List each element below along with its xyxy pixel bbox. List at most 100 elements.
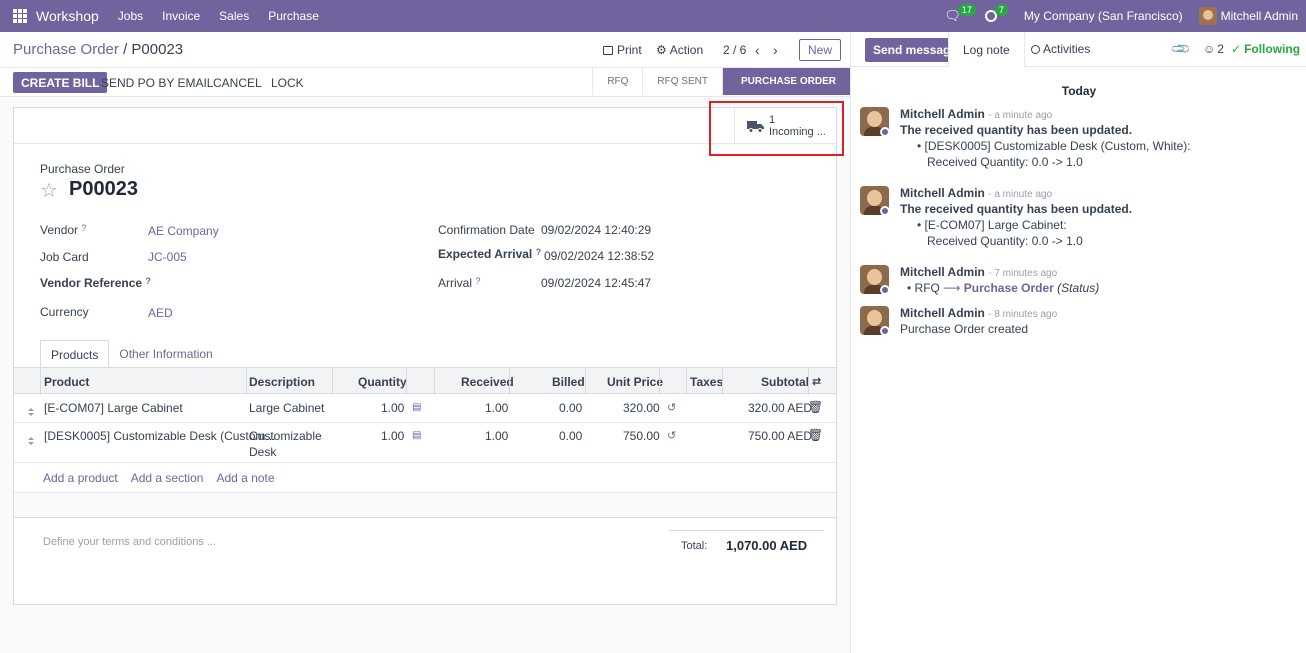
confirmation-date-field[interactable]: 09/02/2024 12:40:29	[541, 223, 651, 237]
pager-value[interactable]: 2 / 6	[723, 32, 746, 68]
col-quantity[interactable]: Quantity	[358, 375, 407, 389]
col-subtotal[interactable]: Subtotal	[761, 375, 809, 389]
confirmation-date-label: Confirmation Date	[438, 223, 535, 237]
column-divider	[246, 368, 247, 395]
user-icon: ☺	[1203, 42, 1216, 56]
form-sheet: 1 Incoming ... Purchase Order ☆ P00023 V…	[13, 107, 837, 605]
chatter-message: Mitchell Admin - a minute ago The receiv…	[860, 186, 1300, 256]
cancel-button[interactable]: CANCEL	[213, 72, 262, 93]
history-icon[interactable]: ↺	[667, 429, 676, 442]
chatter-panel: Send message Log note Activities 📎 ☺ 2 ✓…	[850, 32, 1306, 653]
tab-products[interactable]: Products	[40, 340, 110, 369]
col-received[interactable]: Received	[461, 375, 514, 389]
nav-invoice[interactable]: Invoice	[162, 9, 200, 23]
message-author[interactable]: Mitchell Admin - a minute ago	[900, 107, 1052, 121]
expected-arrival-field[interactable]: 09/02/2024 12:38:52	[544, 249, 654, 263]
online-status-dot	[880, 326, 890, 336]
print-button[interactable]: Print	[603, 32, 642, 68]
notebook-tabs: Products Other Information	[40, 340, 223, 369]
pager-next-icon[interactable]: ›	[773, 32, 778, 68]
col-billed[interactable]: Billed	[552, 375, 585, 389]
terms-conditions-input[interactable]: Define your terms and conditions ...	[43, 536, 216, 548]
app-name[interactable]: Workshop	[36, 8, 99, 24]
favorite-star-icon[interactable]: ☆	[40, 178, 58, 203]
line-product[interactable]: [DESK0005] Customizable Desk (Custom...	[44, 429, 275, 443]
activity-count-badge: 7	[994, 4, 1008, 16]
action-button[interactable]: ⚙ Action	[656, 32, 703, 68]
message-author[interactable]: Mitchell Admin - 8 minutes ago	[900, 306, 1057, 320]
nav-jobs[interactable]: Jobs	[118, 9, 143, 23]
followers-count: 2	[1217, 42, 1224, 56]
chatter-message: Mitchell Admin - a minute ago The receiv…	[860, 107, 1300, 177]
add-section-link[interactable]: Add a section	[131, 471, 204, 485]
paperclip-icon[interactable]: 📎	[1170, 38, 1193, 61]
vendor-reference-label: Vendor Reference ?	[40, 276, 151, 290]
user-avatar[interactable]	[1198, 7, 1217, 25]
activities-label: Activities	[1043, 42, 1091, 56]
date-separator: Today	[1061, 84, 1097, 98]
column-divider	[406, 368, 407, 395]
line-unit-price[interactable]: 750.00	[623, 429, 660, 443]
apps-menu-icon[interactable]	[13, 9, 27, 23]
line-product[interactable]: [E-COM07] Large Cabinet	[44, 401, 183, 415]
line-description[interactable]: Large Cabinet	[249, 401, 324, 415]
col-unit-price[interactable]: Unit Price	[607, 375, 663, 389]
table-row[interactable]: [E-COM07] Large Cabinet Large Cabinet 1.…	[14, 394, 836, 423]
column-divider	[659, 368, 660, 395]
lock-button[interactable]: LOCK	[271, 72, 304, 93]
stage-rfq[interactable]: RFQ	[592, 68, 642, 95]
line-received[interactable]: 1.00	[485, 429, 508, 443]
history-icon[interactable]: ↺	[667, 401, 676, 414]
print-label: Print	[617, 43, 642, 57]
activities-button[interactable]: Activities	[1031, 42, 1090, 56]
online-status-dot	[880, 206, 890, 216]
col-product[interactable]: Product	[44, 375, 89, 389]
line-description-cont[interactable]: Desk	[249, 445, 276, 459]
message-author[interactable]: Mitchell Admin - 7 minutes ago	[900, 265, 1057, 279]
optional-columns-icon[interactable]: ⇄	[812, 375, 821, 388]
delete-line-icon[interactable]: 🗑	[808, 400, 823, 414]
company-switcher[interactable]: My Company (San Francisco)	[1024, 9, 1183, 23]
add-product-link[interactable]: Add a product	[43, 471, 118, 485]
pager-previous-icon[interactable]: ‹	[755, 32, 760, 68]
forecast-chart-icon[interactable]: ▤	[412, 430, 421, 441]
breadcrumb-parent[interactable]: Purchase Order	[13, 41, 119, 58]
user-menu[interactable]: Mitchell Admin	[1221, 9, 1298, 23]
stage-rfq-sent[interactable]: RFQ SENT	[642, 68, 722, 95]
job-card-label: Job Card	[40, 250, 89, 264]
nav-sales[interactable]: Sales	[219, 9, 249, 23]
table-row[interactable]: [DESK0005] Customizable Desk (Custom... …	[14, 423, 836, 463]
line-unit-price[interactable]: 320.00	[623, 401, 660, 415]
message-line: Received Quantity: 0.0 -> 1.0	[927, 234, 1083, 248]
following-button[interactable]: ✓ Following	[1231, 42, 1300, 56]
vendor-field[interactable]: AE Company	[148, 224, 219, 238]
followers-button[interactable]: ☺ 2	[1203, 42, 1224, 56]
line-description[interactable]: Customizable	[249, 429, 322, 443]
arrival-field[interactable]: 09/02/2024 12:45:47	[541, 276, 651, 290]
message-author[interactable]: Mitchell Admin - a minute ago	[900, 186, 1052, 200]
delete-line-icon[interactable]: 🗑	[808, 428, 823, 442]
create-bill-button[interactable]: CREATE BILL	[13, 72, 108, 93]
new-button[interactable]: New	[799, 39, 842, 61]
check-icon: ✓	[1231, 42, 1242, 56]
forecast-chart-icon[interactable]: ▤	[412, 402, 421, 413]
nav-purchase[interactable]: Purchase	[268, 9, 319, 23]
line-received[interactable]: 1.00	[485, 401, 508, 415]
job-card-field[interactable]: JC-005	[148, 250, 187, 264]
line-quantity[interactable]: 1.00	[381, 401, 404, 415]
log-note-button[interactable]: Log note	[948, 32, 1025, 67]
line-billed: 0.00	[559, 429, 583, 443]
message-title: The received quantity has been updated.	[900, 123, 1133, 137]
line-quantity[interactable]: 1.00	[381, 429, 404, 443]
send-po-by-email-button[interactable]: SEND PO BY EMAIL	[101, 72, 213, 93]
col-description[interactable]: Description	[249, 375, 315, 389]
add-note-link[interactable]: Add a note	[216, 471, 274, 485]
stage-purchase-order[interactable]: PURCHASE ORDER	[721, 68, 850, 95]
line-subtotal: 750.00 AED	[748, 429, 813, 443]
tab-other-information[interactable]: Other Information	[109, 340, 222, 369]
currency-field[interactable]: AED	[148, 306, 173, 320]
breadcrumb-separator: /	[123, 41, 128, 58]
col-taxes[interactable]: Taxes	[690, 375, 723, 389]
arrival-label: Arrival ?	[438, 276, 481, 290]
print-icon	[603, 45, 613, 55]
